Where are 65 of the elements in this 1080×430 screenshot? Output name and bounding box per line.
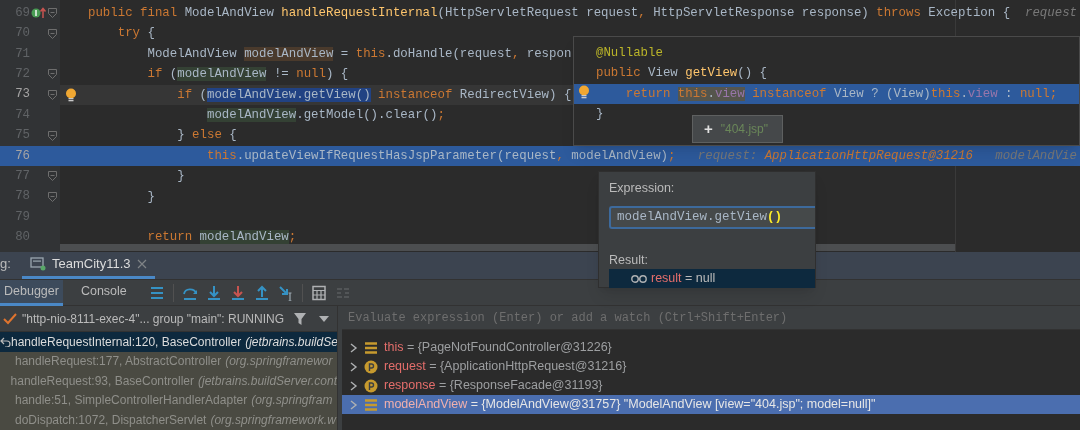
stack-frame[interactable]: handleRequestInternal:120, BaseController (jetbrains.buildSe — [0, 332, 337, 352]
code-line: } — [146, 188, 155, 206]
code-line: } — [176, 168, 185, 186]
run-config-icon — [30, 256, 46, 271]
calculator-icon — [310, 284, 327, 301]
debugger-tab[interactable]: Console — [76, 279, 131, 306]
variable-text: response = {ResponseFacade@31193} — [384, 377, 603, 395]
glasses-icon — [631, 273, 647, 284]
step-into-icon — [205, 284, 222, 301]
variable-text: request = {ApplicationHttpRequest@31216} — [384, 358, 627, 376]
stack-frame[interactable]: doDispatch:1072, DispatcherServlet (org.springframework.w — [0, 410, 337, 430]
fold-marker-icon — [48, 130, 57, 141]
code-line: public View getView() { — [596, 65, 768, 83]
stack-frame[interactable]: handleRequest:93, BaseController (jetbrains.buildServer.cont — [0, 371, 337, 391]
variable-row[interactable]: response = {ResponseFacade@31193} — [342, 376, 1080, 395]
lightbulb-icon — [578, 84, 590, 99]
filter-icon — [293, 311, 308, 326]
debugger-tab[interactable]: Debugger — [0, 279, 63, 306]
result-row[interactable]: result = null — [609, 269, 815, 288]
filter-button[interactable] — [293, 311, 308, 326]
force-step-into-icon — [229, 284, 246, 301]
code-line: return modelAndView; — [146, 229, 297, 247]
fold-marker-icon — [48, 69, 57, 80]
expression-field[interactable]: modelAndView.getView() — [609, 205, 815, 229]
fold-marker-icon — [48, 171, 57, 182]
result-text: result = null — [651, 270, 716, 288]
code-line: public final ModelAndView handleRequestInternal(HttpServletRequest request, HttpServletResponse response) throws Exception { request — [88, 5, 1077, 22]
variable-text: modelAndView = {ModelAndView@31757} "ModelAndView [view="404.jsp"; model=null]" — [384, 396, 876, 414]
code-line: if (modelAndView != null) { — [146, 66, 349, 84]
tooltip-value: "404.jsp" — [720, 121, 768, 138]
code-line: try { — [116, 25, 155, 43]
code-line: } else { — [176, 127, 237, 145]
result-label: Result: — [609, 251, 649, 269]
tool-window-title: g: — [0, 254, 12, 273]
code-line: } — [596, 106, 604, 124]
line-number: 76 — [14, 147, 30, 165]
layout-menu-icon — [148, 284, 165, 301]
line-number: 73 — [14, 86, 30, 104]
caret-icon — [319, 315, 330, 322]
code-line: @Nullable — [596, 44, 663, 62]
lightbulb-icon — [65, 87, 77, 102]
check-icon — [3, 312, 17, 325]
fold-marker-icon — [48, 28, 57, 39]
code-line: ModelAndView modelAndView = this.doHandle(request, respon — [146, 45, 572, 63]
thread-selector[interactable]: "http-nio-8111-exec-4"... group "main": RUNNING — [22, 309, 285, 328]
code-line: if (modelAndView.getView() instanceof RedirectView) { — [176, 86, 572, 104]
field-label: Expression: — [609, 180, 676, 197]
expand-toggle[interactable]: + — [704, 117, 713, 141]
code-line: modelAndView.getModel().clear(); — [205, 106, 445, 124]
return-arrow-icon — [0, 336, 11, 347]
fold-marker-icon — [48, 191, 57, 202]
code-line: this.updateViewIfRequestHasJspParameter(request, modelAndView); request: ApplicationHttpRequest@31216 modelAndVie — [206, 147, 1077, 165]
step-out-icon — [253, 284, 270, 301]
variable-row[interactable]: request = {ApplicationHttpRequest@31216} — [342, 357, 1080, 376]
close-icon — [136, 258, 147, 269]
variable-row[interactable]: modelAndView = {ModelAndView@31757} "ModelAndView [view="404.jsp"; model=null]" — [342, 395, 1080, 414]
fold-marker-icon — [48, 89, 57, 100]
fold-marker-icon — [48, 8, 57, 19]
run-to-cursor-icon — [277, 284, 294, 301]
variable-row[interactable]: this = {PageNotFoundController@31226} — [342, 338, 1080, 357]
variable-text: this = {PageNotFoundController@31226} — [384, 339, 612, 357]
stack-frame[interactable]: handle:51, SimpleControllerHandlerAdapter (org.springfram — [0, 390, 337, 410]
code-line: return this.view instanceof View ? (View)this.view : null; — [624, 85, 1058, 103]
override-gutter-icon — [31, 7, 47, 20]
stack-frame[interactable]: handleRequest:177, AbstractController (org.springframewor — [0, 351, 337, 371]
